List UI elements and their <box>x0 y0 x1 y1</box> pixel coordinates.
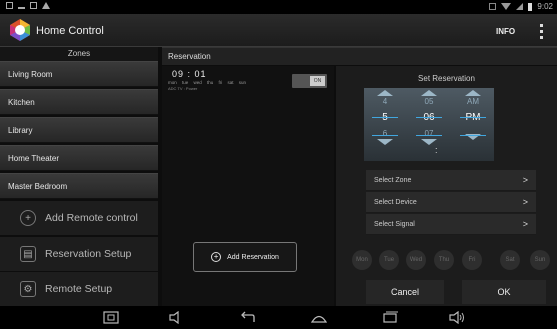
minute-next: 07 <box>424 129 434 138</box>
select-signal-row[interactable]: Select Signal > <box>366 214 536 235</box>
hour-up-icon[interactable] <box>377 90 393 96</box>
ok-button[interactable]: OK <box>462 280 546 304</box>
add-remote-control-label: Add Remote control <box>45 212 138 224</box>
add-remote-control-button[interactable]: + Add Remote control <box>0 201 158 235</box>
mail-icon <box>30 2 37 9</box>
zone-item-library[interactable]: Library <box>0 117 158 143</box>
gear-icon: ⚙ <box>20 281 36 297</box>
hour-next: 6 <box>382 129 388 138</box>
reservation-time: 09 : 01 <box>172 69 207 79</box>
reservation-list: 09 : 01 mon tue wed thu fri sat sun ADC … <box>162 66 334 306</box>
set-reservation-title: Set Reservation <box>418 74 475 83</box>
add-reservation-label: Add Reservation <box>227 253 279 261</box>
reservation-setup-label: Reservation Setup <box>45 248 132 260</box>
reservation-entry[interactable]: 09 : 01 mon tue wed thu fri sat sun ADC … <box>162 66 334 94</box>
reservation-header: Reservation <box>162 47 557 65</box>
minute-prev: 05 <box>424 97 434 106</box>
usb-icon <box>18 2 25 9</box>
chevron-right-icon: > <box>522 175 528 185</box>
day-mon-button[interactable]: Mon <box>352 250 372 270</box>
app-title: Home Control <box>36 25 104 37</box>
remote-setup-button[interactable]: ⚙ Remote Setup <box>0 272 158 306</box>
wifi-icon <box>501 3 512 10</box>
remote-setup-label: Remote Setup <box>45 283 113 295</box>
battery-icon <box>528 2 533 11</box>
add-reservation-button[interactable]: + Add Reservation <box>193 242 297 272</box>
time-picker: 4 5 6 : 05 06 07 AM PM <box>364 88 494 161</box>
set-reservation-panel: Set Reservation 4 5 6 : 05 06 07 AM PM <box>336 66 557 306</box>
volume-down-icon[interactable] <box>168 311 184 324</box>
minute-down-icon[interactable] <box>421 139 437 145</box>
zone-item-home-theater[interactable]: Home Theater <box>0 145 158 171</box>
app-logo-icon <box>8 18 32 42</box>
select-device-row[interactable]: Select Device > <box>366 192 536 213</box>
chevron-right-icon: > <box>522 197 528 207</box>
day-wed-button[interactable]: Wed <box>406 250 426 270</box>
ampm-picker[interactable]: AM PM <box>456 88 490 161</box>
day-thu-button[interactable]: Thu <box>434 250 454 270</box>
zone-item-kitchen[interactable]: Kitchen <box>0 89 158 115</box>
ampm-up-icon[interactable] <box>465 90 481 96</box>
minute-up-icon[interactable] <box>421 90 437 96</box>
navigation-bar <box>0 306 557 329</box>
recent-apps-icon[interactable] <box>381 311 399 324</box>
day-fri-button[interactable]: Fri <box>462 250 482 270</box>
status-time: 9:02 <box>537 2 553 11</box>
reservation-days: mon tue wed thu fri sat sun <box>168 80 247 85</box>
warning-icon <box>42 2 50 9</box>
plus-circle-icon: + <box>20 210 36 226</box>
select-device-label: Select Device <box>374 199 417 206</box>
chevron-right-icon: > <box>522 219 528 229</box>
ampm-prev: AM <box>467 97 479 106</box>
bluetooth-icon <box>489 3 497 10</box>
status-bar: 9:02 <box>0 0 557 14</box>
volume-up-icon[interactable] <box>448 311 466 324</box>
zone-item-living-room[interactable]: Living Room <box>0 61 158 87</box>
reservation-setup-button[interactable]: ▤ Reservation Setup <box>0 237 158 271</box>
hour-down-icon[interactable] <box>377 139 393 145</box>
overflow-menu-icon[interactable] <box>536 22 546 40</box>
select-zone-row[interactable]: Select Zone > <box>366 170 536 191</box>
info-button[interactable]: INFO <box>496 27 515 36</box>
zone-item-master-bedroom[interactable]: Master Bedroom <box>0 173 158 199</box>
day-tue-button[interactable]: Tue <box>379 250 399 270</box>
day-sun-button[interactable]: Sun <box>530 250 550 270</box>
screenshot-icon[interactable] <box>103 311 119 324</box>
reservation-toggle[interactable]: ON <box>292 74 327 88</box>
plus-icon: + <box>211 252 222 262</box>
calendar-icon: ▤ <box>20 246 36 262</box>
select-zone-label: Select Zone <box>374 177 412 184</box>
back-icon[interactable] <box>239 311 257 324</box>
minute-picker[interactable]: 05 06 07 <box>412 88 446 161</box>
home-icon[interactable] <box>310 311 328 324</box>
toggle-label: ON <box>310 76 325 86</box>
cancel-button[interactable]: Cancel <box>366 280 444 304</box>
hour-prev: 4 <box>382 97 388 106</box>
reservation-device: ADC TV : Power <box>168 86 198 91</box>
signal-icon <box>516 3 524 10</box>
day-sat-button[interactable]: Sat <box>500 250 520 270</box>
hour-picker[interactable]: 4 5 6 <box>368 88 402 161</box>
action-bar: Home Control INFO <box>0 14 557 47</box>
zones-header: Zones <box>0 47 158 61</box>
notification-icon <box>6 2 13 9</box>
select-signal-label: Select Signal <box>374 221 415 228</box>
